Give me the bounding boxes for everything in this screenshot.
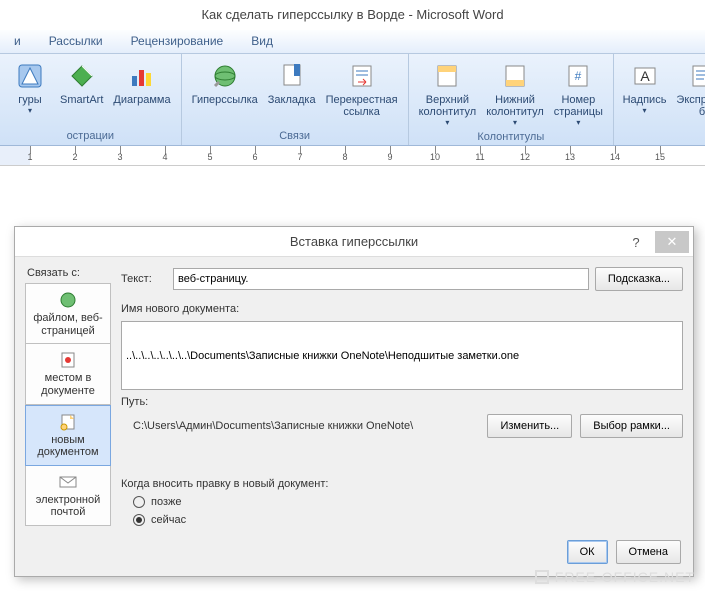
radio-later-label: позже [151, 496, 181, 508]
watermark-text: FREE-OFFICE.NET [555, 569, 695, 585]
chart-label: Диаграмма [113, 94, 170, 106]
link-opt-newdoc-label: новым документом [28, 434, 108, 459]
tab-mailings[interactable]: Рассылки [35, 30, 117, 53]
window-title: Как сделать гиперссылку в Ворде - Micros… [0, 0, 705, 30]
tab-cut[interactable]: и [0, 30, 35, 53]
footer-label: Нижний колонтитул [486, 94, 544, 118]
quickparts-icon [686, 60, 705, 92]
bookmark-button[interactable]: Закладка [264, 58, 320, 120]
dialog-close-button[interactable]: ✕ [655, 231, 689, 253]
path-label: Путь: [121, 396, 683, 408]
group-caption-illustrations: острации [6, 128, 175, 143]
smartart-button[interactable]: SmartArt [56, 58, 107, 117]
text-label: Текст: [121, 273, 167, 285]
ribbon-group-links: Гиперссылка Закладка Перекрестная ссылка… [182, 54, 409, 145]
cancel-button[interactable]: Отмена [616, 540, 681, 564]
tab-review[interactable]: Рецензирование [117, 30, 238, 53]
ribbon-group-text: A Надпись▾ Экспресс-б [614, 54, 705, 145]
when-edit-label: Когда вносить правку в новый документ: [121, 478, 683, 490]
dialog-form: Текст: Подсказка... Имя нового документа… [121, 267, 683, 526]
radio-later-row[interactable]: позже [121, 496, 683, 508]
pagenum-button[interactable]: # Номер страницы▾ [550, 58, 607, 129]
hyperlink-icon [209, 60, 241, 92]
shapes-icon [14, 60, 46, 92]
display-text-input[interactable] [173, 268, 589, 290]
watermark: FREE-OFFICE.NET [535, 569, 695, 585]
ribbon: гуры▾ SmartArt Диаграмма острации Гиперс… [0, 54, 705, 146]
svg-text:#: # [575, 69, 582, 83]
ribbon-tabs: и Рассылки Рецензирование Вид [0, 30, 705, 54]
shapes-button[interactable]: гуры▾ [6, 58, 54, 117]
textbox-icon: A [629, 60, 661, 92]
smartart-icon [66, 60, 98, 92]
crossref-icon [346, 60, 378, 92]
group-caption-headerfooter: Колонтитулы [415, 129, 607, 144]
target-frame-button[interactable]: Выбор рамки... [580, 414, 683, 438]
ribbon-group-illustrations: гуры▾ SmartArt Диаграмма острации [0, 54, 182, 145]
shapes-label: гуры [18, 94, 41, 106]
pagenum-label: Номер страницы [554, 94, 603, 118]
header-label: Верхний колонтитул [419, 94, 477, 118]
header-icon [431, 60, 463, 92]
link-opt-place-label: местом в документе [28, 372, 108, 397]
link-target-label: Связать с: [25, 267, 111, 279]
ruler[interactable]: 123456789101112131415 [0, 146, 705, 166]
pagenum-icon: # [562, 60, 594, 92]
quickparts-button[interactable]: Экспресс-б [671, 58, 705, 120]
group-caption-text [620, 140, 705, 143]
dialog-help-button[interactable]: ? [619, 231, 653, 253]
group-caption-links: Связи [188, 128, 402, 143]
newdoc-name-label: Имя нового документа: [121, 303, 683, 315]
textbox-button[interactable]: A Надпись▾ [620, 58, 669, 120]
radio-now[interactable] [133, 514, 145, 526]
dialog-title-text: Вставка гиперссылки [290, 234, 418, 249]
bookmark-icon [276, 60, 308, 92]
place-icon [57, 350, 79, 370]
footer-button[interactable]: Нижний колонтитул▾ [482, 58, 548, 129]
footer-icon [499, 60, 531, 92]
link-opt-place[interactable]: местом в документе [25, 344, 111, 404]
hyperlink-dialog: Вставка гиперссылки ? ✕ Связать с: файло… [14, 226, 694, 577]
svg-text:A: A [640, 68, 650, 84]
watermark-icon [535, 570, 549, 584]
smartart-label: SmartArt [60, 94, 103, 106]
file-web-icon [57, 290, 79, 310]
header-button[interactable]: Верхний колонтитул▾ [415, 58, 481, 129]
tab-view[interactable]: Вид [237, 30, 287, 53]
document-canvas[interactable] [0, 166, 705, 226]
chart-icon [126, 60, 158, 92]
radio-now-label: сейчас [151, 514, 186, 526]
link-opt-newdoc[interactable]: новым документом [25, 405, 111, 466]
quickparts-label: Экспресс-б [675, 94, 705, 118]
link-opt-file-web[interactable]: файлом, веб- страницей [25, 283, 111, 344]
textbox-label: Надпись [623, 94, 667, 106]
ruler-margin [0, 146, 30, 165]
link-opt-email-label: электронной почтой [28, 494, 108, 519]
screentip-button[interactable]: Подсказка... [595, 267, 683, 291]
change-path-button[interactable]: Изменить... [487, 414, 572, 438]
ok-button[interactable]: ОК [567, 540, 608, 564]
hyperlink-label: Гиперссылка [192, 94, 258, 106]
link-target-column: Связать с: файлом, веб- страницей местом… [25, 267, 111, 526]
crossref-label: Перекрестная ссылка [326, 94, 398, 118]
radio-later[interactable] [133, 496, 145, 508]
newdoc-name-input[interactable] [121, 321, 683, 390]
email-icon [57, 472, 79, 492]
newdoc-icon [57, 412, 79, 432]
bookmark-label: Закладка [268, 94, 316, 106]
chart-button[interactable]: Диаграмма [109, 58, 174, 117]
ribbon-group-headerfooter: Верхний колонтитул▾ Нижний колонтитул▾ #… [409, 54, 614, 145]
link-opt-file-web-label: файлом, веб- страницей [28, 312, 108, 337]
hyperlink-button[interactable]: Гиперссылка [188, 58, 262, 120]
path-value: C:\Users\Админ\Documents\Записные книжки… [121, 420, 413, 432]
dialog-title: Вставка гиперссылки ? ✕ [15, 227, 693, 257]
crossref-button[interactable]: Перекрестная ссылка [322, 58, 402, 120]
radio-now-row[interactable]: сейчас [121, 514, 683, 526]
link-opt-email[interactable]: электронной почтой [25, 466, 111, 526]
